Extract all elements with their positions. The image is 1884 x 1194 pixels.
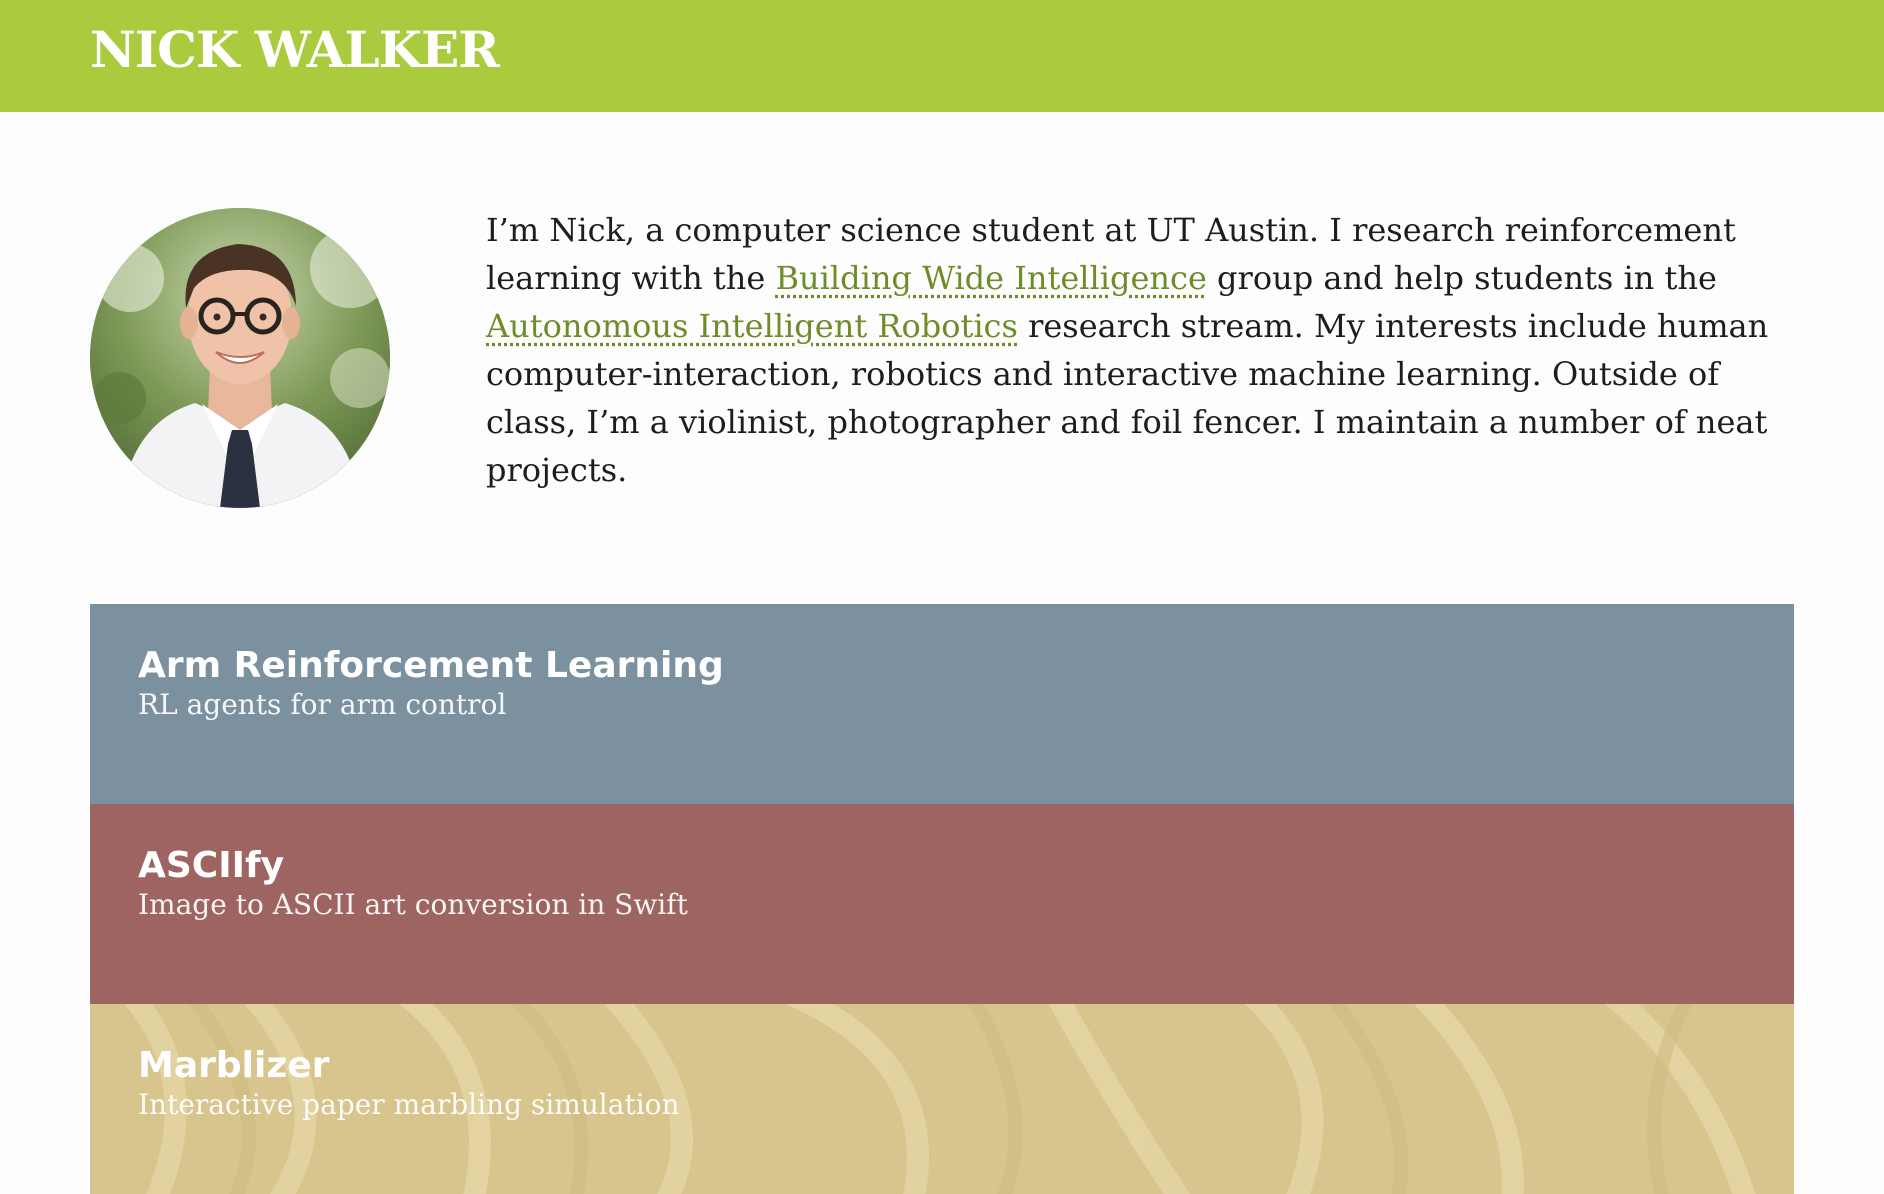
portrait-image (90, 208, 390, 508)
project-list: Arm Reinforcement Learning RL agents for… (90, 604, 1794, 1194)
project-title: ASCIIfy (138, 845, 285, 886)
avatar (90, 208, 390, 508)
project-card-arm-reinforcement-learning[interactable]: Arm Reinforcement Learning RL agents for… (90, 604, 1794, 804)
project-card-asciify[interactable]: ASCIIfy Image to ASCII art conversion in… (90, 804, 1794, 1004)
bio-text: I’m Nick, a computer science student at … (486, 206, 1786, 494)
project-title: Marblizer (138, 1045, 330, 1086)
site-header: NICK WALKER (0, 0, 1884, 112)
site-title[interactable]: NICK WALKER (90, 22, 500, 77)
project-title: Arm Reinforcement Learning (138, 645, 724, 686)
autonomous-intelligent-robotics-link[interactable]: Autonomous Intelligent Robotics (486, 307, 1018, 345)
project-card-marblizer[interactable]: Marblizer Interactive paper marbling sim… (90, 1004, 1794, 1194)
bio-text-part-2: group and help students in the (1206, 259, 1717, 297)
project-subtitle: Image to ASCII art conversion in Swift (138, 888, 688, 921)
project-subtitle: Interactive paper marbling simulation (138, 1088, 680, 1121)
project-subtitle: RL agents for arm control (138, 688, 507, 721)
building-wide-intelligence-link[interactable]: Building Wide Intelligence (776, 259, 1207, 297)
